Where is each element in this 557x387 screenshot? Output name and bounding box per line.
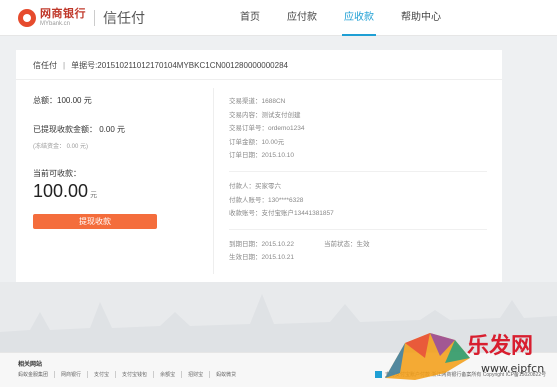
details-divider-2 [229,228,487,230]
logo-subtitle: MYbank.cn [40,21,71,27]
available-amount-value: 100.00 [33,181,89,201]
available-amount-unit: 元 [90,192,98,199]
detail-status: 当前状态：生效 [324,240,370,248]
total-amount: 总额：100.00 元 [33,96,92,105]
available-label: 当前可收款： [33,169,81,178]
footer-link-alipay-wallet[interactable]: 支付宝钱包 [122,371,155,378]
bank-logo[interactable]: 网商银行 MYbank.cn 信任付 [18,8,145,28]
detail-effective-date: 生效日期：2015.10.21 [229,254,295,262]
frozen-amount: (冻结资金： 0.00 元) [33,144,89,150]
footer-link-mybank[interactable]: 网商银行 [61,371,89,378]
footer-links: 蚂蚁金服集团 网商银行 支付宝 支付宝钱包 余额宝 招财宝 蚂蚁微贷 [18,371,248,378]
nav-payables[interactable]: 应付款 [287,0,317,36]
footer-link-alipay[interactable]: 支付宝 [94,371,117,378]
watermark: 乐发网 www.eipfcn [375,318,557,387]
available-amount: 100.00 元 [33,181,213,202]
detail-due-date: 到期日期：2015.10.22 [229,240,295,248]
nav-home[interactable]: 首页 [240,0,260,36]
header-separator: | [63,61,66,70]
nav-receivables[interactable]: 应收款 [342,0,376,36]
order-details: 交易渠道：1688CN 交易内容：测试支付创建 交易订单号：ordemo1234… [229,95,494,265]
logo-text: 网商银行 MYbank.cn [40,8,86,28]
product-name: 信任付 [103,10,145,26]
detail-payer-account: 付款人账号：130****6328 [229,196,304,204]
receivable-detail-card: 信任付 | 单据号:20151021101217010​4MYBKC1CN00128… [16,50,502,282]
detail-order-id: 交易订单号：ordemo1234 [229,125,305,133]
watermark-url: www.eipfcn [481,362,545,375]
detail-payer: 付款人：买家零六 [229,182,281,190]
footer-link-antgroup[interactable]: 蚂蚁金服集团 [18,371,56,378]
withdraw-button[interactable]: 提现收款 [33,214,157,229]
detail-order-date: 订单日期：2015.10.10 [229,152,295,160]
main-nav: 首页 应付款 应收款 帮助中心 [240,0,468,36]
footer-link-zhaocaibao[interactable]: 招财宝 [188,371,211,378]
amount-summary: 总额：100.00 元 已提现收款金额： 0.00 元 (冻结资金： 0.00 … [33,95,213,229]
bank-logo-icon [18,9,36,27]
watermark-text: 乐发网 [467,333,534,359]
detail-channel: 交易渠道：1688CN [229,98,286,105]
logo-name: 网商银行 [40,8,86,20]
card-header: 信任付 | 单据号:20151021101217010​4MYBKC1CN00128… [16,50,502,80]
date-status-row: 到期日期：2015.10.22 当前状态：生效 [229,238,494,252]
footer-link-yuebao[interactable]: 余额宝 [160,371,183,378]
bull-logo-icon [385,333,470,380]
order-number: 单据号:20151021101217010​4MYBKC1CN001280000… [71,61,288,70]
card-product-label: 信任付 [33,61,57,70]
detail-content: 交易内容：测试支付创建 [229,111,301,119]
detail-receive-account: 收款账号：支付宝账户13441381857 [229,210,334,218]
nav-help-center[interactable]: 帮助中心 [401,0,441,36]
detail-order-amount: 订单金额：10.00元 [229,138,285,146]
column-divider [213,88,214,274]
footer-link-ant-loans[interactable]: 蚂蚁微贷 [216,371,242,378]
details-divider [229,170,487,172]
logo-divider [94,10,95,26]
top-header: 网商银行 MYbank.cn 信任付 首页 应付款 应收款 帮助中心 [0,0,557,36]
withdrawn-amount: 已提现收款金额： 0.00 元 [33,125,126,134]
footer-title: 相关网站 [18,362,43,368]
